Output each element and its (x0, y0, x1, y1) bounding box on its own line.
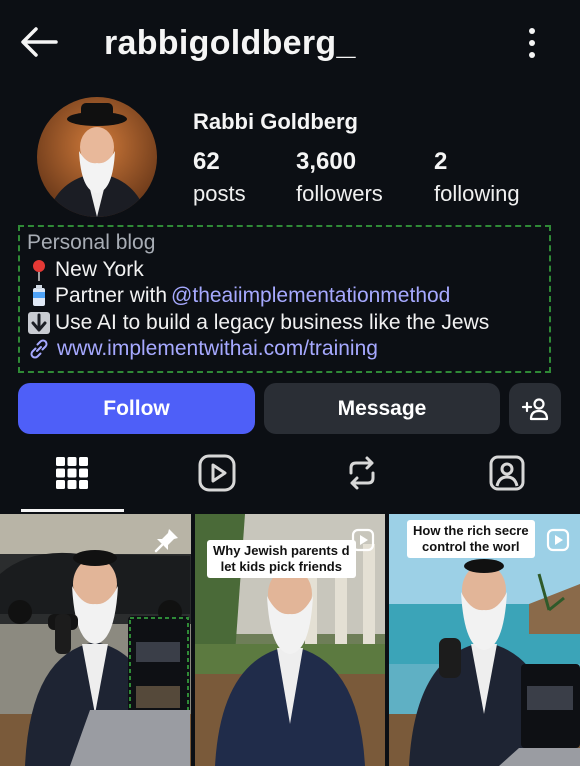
post-thumbnail[interactable] (0, 514, 191, 766)
followers-label: followers (296, 181, 383, 206)
profile-username: rabbigoldberg_ (104, 24, 356, 62)
stat-posts[interactable]: 62 posts (193, 148, 246, 207)
grid-icon[interactable] (52, 453, 92, 493)
following-count: 2 (434, 148, 448, 175)
post-thumbnail[interactable]: How the rich secre control the worl (389, 514, 580, 766)
bio-location: New York (55, 257, 144, 281)
stat-followers[interactable]: 3,600 followers (296, 148, 383, 207)
top-bar: rabbigoldberg_ (0, 0, 580, 88)
profile-bio: Personal blog New York Partner with @the… (18, 225, 551, 373)
bio-location-line: New York (27, 257, 549, 284)
arrow-left-icon[interactable] (18, 24, 60, 60)
stat-following[interactable]: 2 following (434, 148, 520, 207)
avatar[interactable] (37, 97, 157, 217)
pin-emoji-icon (33, 259, 45, 281)
reels-play-icon[interactable] (197, 453, 237, 493)
link-icon (30, 339, 48, 359)
reel-icon (546, 528, 570, 552)
bio-link-line[interactable]: www.implementwithai.com/training (27, 336, 549, 363)
person-add-icon (521, 397, 549, 420)
follow-button[interactable]: Follow (18, 383, 255, 434)
active-tab-indicator (21, 509, 124, 512)
posts-count: 62 (193, 148, 220, 175)
profile-display-name: Rabbi Goldberg (193, 109, 358, 134)
bio-tagline: Use AI to build a legacy business like t… (55, 310, 490, 334)
add-user-button[interactable] (509, 383, 561, 434)
post-thumbnail[interactable]: Why Jewish parents d let kids pick frien… (195, 514, 385, 766)
bio-partner-line: Partner with @theaiimplementationmethod (27, 283, 549, 310)
bio-partner-handle[interactable]: @theaiimplementationmethod (171, 283, 450, 310)
bio-partner-prefix: Partner with (55, 284, 168, 307)
posts-grid: Why Jewish parents d let kids pick frien… (0, 514, 580, 766)
post-caption: How the rich secre control the worl (407, 520, 535, 558)
following-label: following (434, 181, 520, 206)
bio-link[interactable]: www.implementwithai.com/training (57, 336, 378, 363)
tagged-person-icon[interactable] (487, 453, 527, 493)
post-caption: Why Jewish parents d let kids pick frien… (207, 540, 356, 578)
profile-tabs (0, 446, 580, 512)
bottle-emoji-icon (33, 285, 45, 307)
bio-category: Personal blog (27, 231, 156, 254)
repost-icon[interactable] (342, 453, 382, 493)
reel-icon (351, 528, 375, 552)
posts-label: posts (193, 181, 246, 206)
down-arrow-emoji-icon (28, 311, 50, 334)
more-vertical-icon[interactable] (522, 26, 542, 60)
message-button[interactable]: Message (264, 383, 500, 434)
followers-count: 3,600 (296, 148, 357, 175)
pin-icon (154, 529, 178, 553)
bio-tagline-line: Use AI to build a legacy business like t… (27, 310, 549, 337)
